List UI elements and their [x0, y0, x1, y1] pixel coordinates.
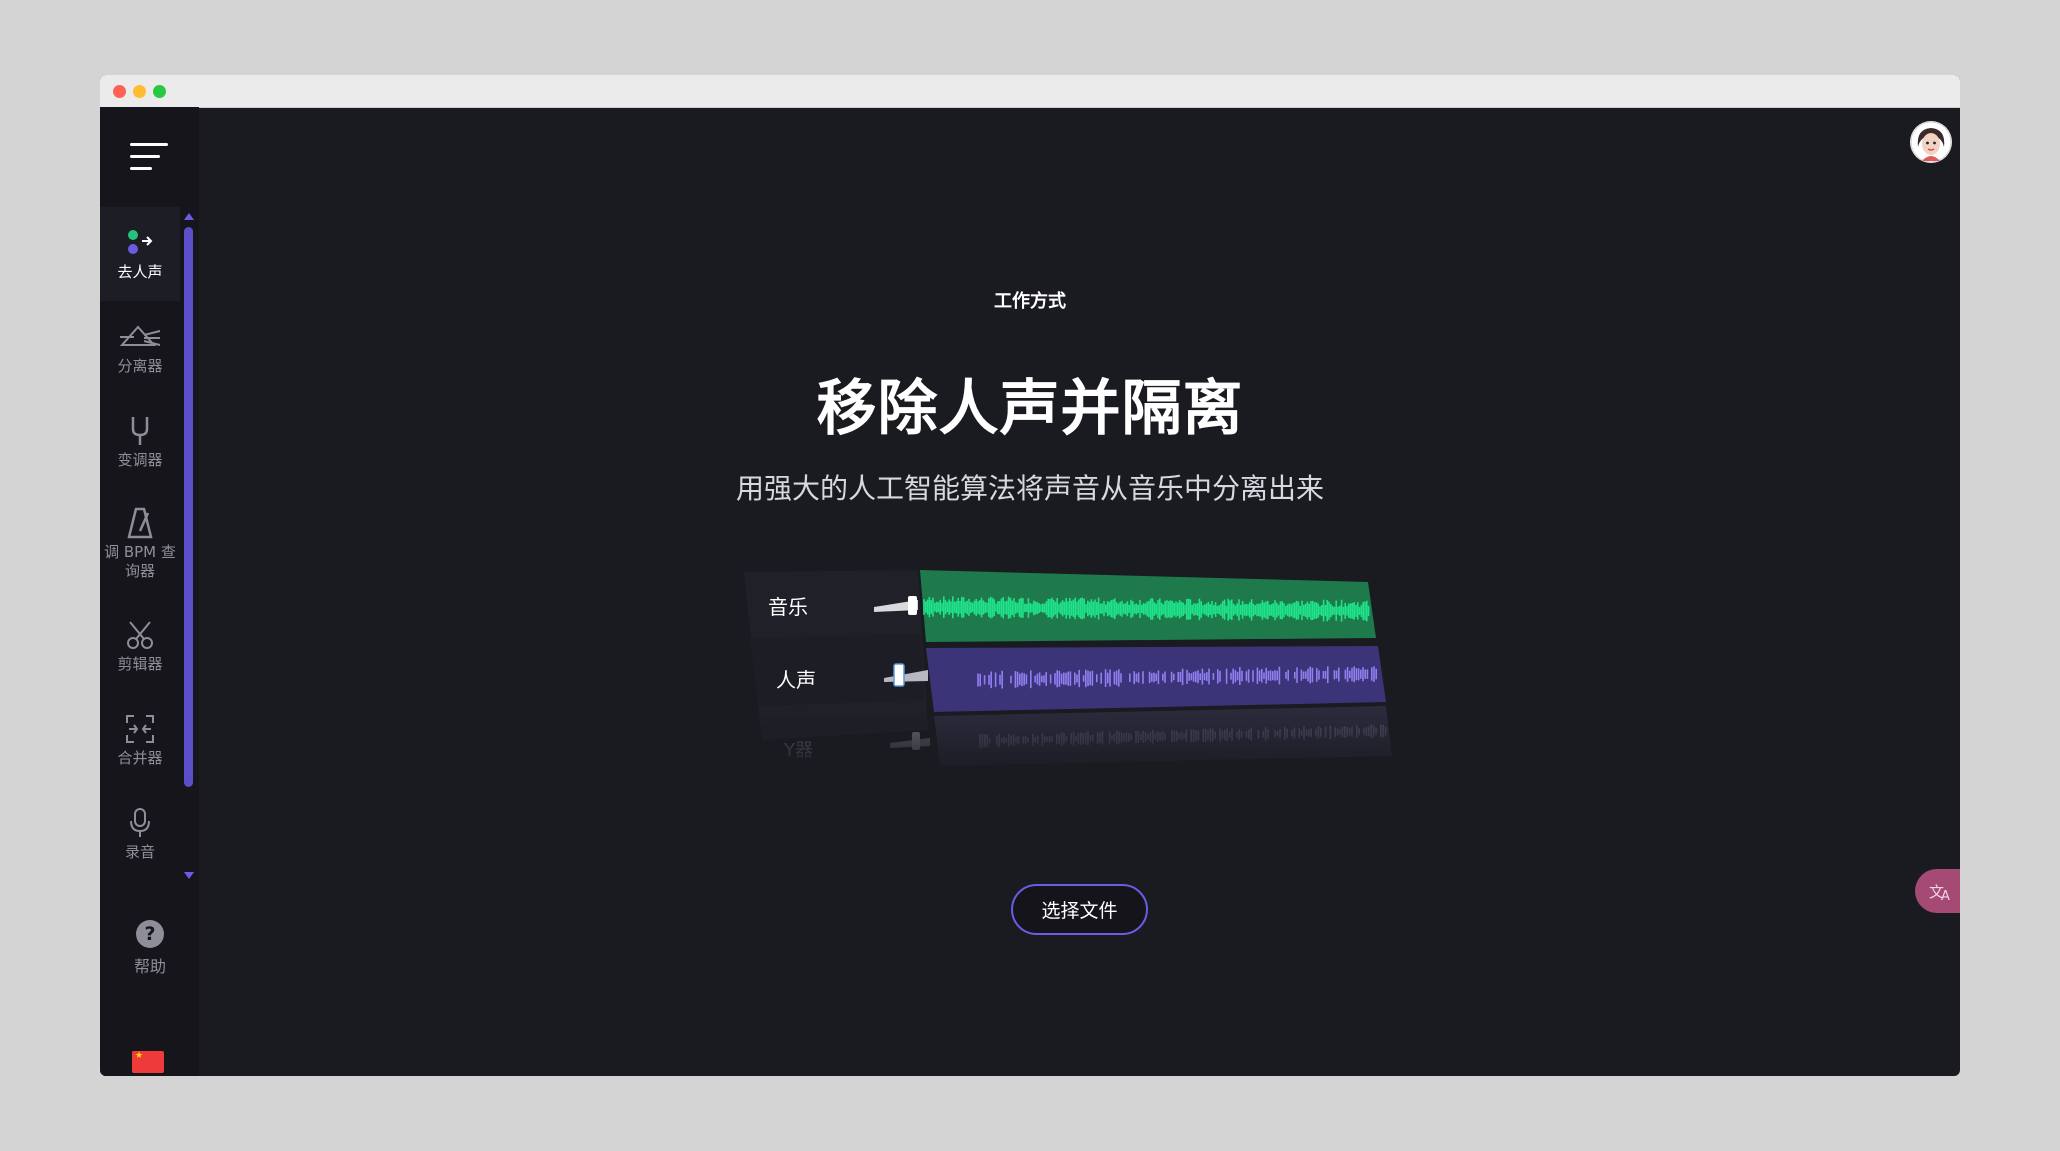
sidebar-item-cutter[interactable]: 剪辑器 [100, 599, 180, 693]
page-subtitle: 用强大的人工智能算法将声音从音乐中分离出来 [735, 472, 1324, 505]
help-label: 帮助 [133, 957, 166, 976]
cn-flag-icon[interactable] [132, 1051, 164, 1073]
maximize-window-button[interactable] [153, 85, 166, 98]
hamburger-menu-icon[interactable] [130, 139, 170, 173]
translate-icon[interactable]: 文 A [1915, 869, 1960, 913]
close-window-button[interactable] [113, 85, 126, 98]
svg-text:A: A [1941, 889, 1950, 902]
help-icon: ? [136, 920, 164, 948]
merge-icon [125, 713, 155, 745]
track-label-music: 音乐 [768, 595, 808, 619]
track-label-vocals: 人声 [776, 668, 816, 692]
prism-splitter-icon [118, 321, 162, 353]
scroll-down-arrow-icon[interactable] [183, 871, 195, 881]
help-button[interactable]: ? 帮助 [120, 919, 180, 977]
sidebar-item-label: 录音 [124, 842, 155, 861]
sidebar-item-label: 去人声 [117, 262, 163, 281]
sidebar-item-recorder[interactable]: 录音 [100, 787, 180, 881]
vocal-remover-icon [124, 227, 156, 259]
sidebar: 去人声 分离器 变调器 调 BPM 查询器 剪辑器 合并器 录音 ? 帮助 ★ [100, 107, 199, 1076]
section-label: 工作方式 [994, 291, 1066, 312]
title-bar [100, 75, 1960, 108]
microphone-icon [128, 807, 152, 839]
avatar-icon [1910, 121, 1952, 163]
sidebar-item-joiner[interactable]: 合并器 [100, 693, 180, 787]
scissors-icon [126, 619, 154, 651]
separation-demo-illustration: 音乐 人声 Y器 [740, 560, 1520, 780]
user-avatar[interactable] [1910, 121, 1952, 163]
sidebar-item-label: 调 BPM 查询器 [104, 543, 176, 580]
svg-text:?: ? [144, 923, 155, 945]
app-window: 去人声 分离器 变调器 调 BPM 查询器 剪辑器 合并器 录音 ? 帮助 ★ … [100, 75, 1960, 1076]
sidebar-item-label: 合并器 [117, 748, 163, 767]
choose-file-button[interactable]: 选择文件 [1011, 884, 1148, 935]
minimize-window-button[interactable] [133, 85, 146, 98]
page-title: 移除人声并隔离 [816, 374, 1244, 444]
scroll-up-arrow-icon[interactable] [183, 211, 195, 221]
metronome-icon [126, 507, 154, 539]
sidebar-item-label: 剪辑器 [117, 654, 163, 673]
